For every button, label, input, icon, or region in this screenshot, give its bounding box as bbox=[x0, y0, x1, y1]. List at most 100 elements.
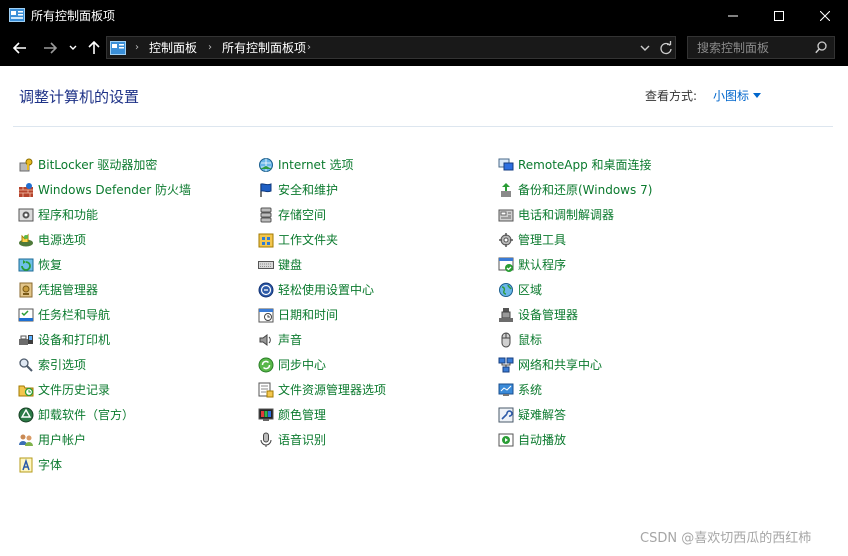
list-item-label[interactable]: 区域 bbox=[518, 282, 542, 298]
breadcrumb-separator-icon[interactable]: › bbox=[307, 40, 311, 56]
list-item-label[interactable]: 轻松使用设置中心 bbox=[278, 282, 374, 298]
mouse-icon[interactable] bbox=[498, 332, 514, 348]
power-icon[interactable] bbox=[18, 232, 34, 248]
firewall-icon[interactable] bbox=[18, 182, 34, 198]
list-item-label[interactable]: 默认程序 bbox=[518, 257, 566, 273]
list-item[interactable]: RemoteApp 和桌面连接 bbox=[498, 152, 652, 177]
minimize-button[interactable] bbox=[710, 0, 756, 32]
list-item-label[interactable]: 文件资源管理器选项 bbox=[278, 382, 386, 398]
search-box[interactable]: 搜索控制面板 bbox=[687, 36, 835, 59]
device-manager-icon[interactable] bbox=[498, 307, 514, 323]
phone-icon[interactable] bbox=[498, 207, 514, 223]
up-button[interactable] bbox=[85, 37, 103, 59]
list-item[interactable]: 卸载软件（官方） bbox=[18, 402, 191, 427]
users-icon[interactable] bbox=[18, 432, 34, 448]
list-item-label[interactable]: 键盘 bbox=[278, 257, 302, 273]
credential-icon[interactable] bbox=[18, 282, 34, 298]
list-item[interactable]: 声音 bbox=[258, 327, 386, 352]
uninstall-icon[interactable] bbox=[18, 407, 34, 423]
list-item-label[interactable]: Windows Defender 防火墙 bbox=[38, 182, 191, 198]
backup-icon[interactable] bbox=[498, 182, 514, 198]
flag-icon[interactable] bbox=[258, 182, 274, 198]
forward-button[interactable] bbox=[40, 37, 60, 59]
list-item-label[interactable]: 声音 bbox=[278, 332, 302, 348]
list-item-label[interactable]: 颜色管理 bbox=[278, 407, 326, 423]
list-item[interactable]: 文件资源管理器选项 bbox=[258, 377, 386, 402]
list-item-label[interactable]: 字体 bbox=[38, 457, 62, 473]
list-item-label[interactable]: 设备和打印机 bbox=[38, 332, 110, 348]
list-item-label[interactable]: RemoteApp 和桌面连接 bbox=[518, 157, 652, 173]
breadcrumb-separator-icon[interactable]: › bbox=[208, 40, 212, 56]
list-item[interactable]: Windows Defender 防火墙 bbox=[18, 177, 191, 202]
list-item[interactable]: 日期和时间 bbox=[258, 302, 386, 327]
list-item-label[interactable]: 程序和功能 bbox=[38, 207, 98, 223]
list-item-label[interactable]: 备份和还原(Windows 7) bbox=[518, 182, 652, 198]
troubleshoot-icon[interactable] bbox=[498, 407, 514, 423]
folder-options-icon[interactable] bbox=[258, 382, 274, 398]
list-item-label[interactable]: 恢复 bbox=[38, 257, 62, 273]
recovery-icon[interactable] bbox=[18, 257, 34, 273]
speaker-icon[interactable] bbox=[258, 332, 274, 348]
list-item-label[interactable]: BitLocker 驱动器加密 bbox=[38, 157, 157, 173]
remote-icon[interactable] bbox=[498, 157, 514, 173]
list-item-label[interactable]: 安全和维护 bbox=[278, 182, 338, 198]
list-item[interactable]: 电源选项 bbox=[18, 227, 191, 252]
dropdown-arrow-icon[interactable] bbox=[753, 93, 762, 98]
indexing-icon[interactable] bbox=[18, 357, 34, 373]
work-folder-icon[interactable] bbox=[258, 232, 274, 248]
list-item[interactable]: 网络和共享中心 bbox=[498, 352, 652, 377]
list-item[interactable]: 存储空间 bbox=[258, 202, 386, 227]
list-item-label[interactable]: 文件历史记录 bbox=[38, 382, 110, 398]
list-item[interactable]: 电话和调制解调器 bbox=[498, 202, 652, 227]
ease-of-access-icon[interactable] bbox=[258, 282, 274, 298]
list-item[interactable]: 管理工具 bbox=[498, 227, 652, 252]
keyboard-icon[interactable] bbox=[258, 257, 274, 273]
list-item[interactable]: 任务栏和导航 bbox=[18, 302, 191, 327]
list-item[interactable]: 用户帐户 bbox=[18, 427, 191, 452]
storage-icon[interactable] bbox=[258, 207, 274, 223]
internet-icon[interactable] bbox=[258, 157, 274, 173]
list-item[interactable]: BitLocker 驱动器加密 bbox=[18, 152, 191, 177]
microphone-icon[interactable] bbox=[258, 432, 274, 448]
fonts-icon[interactable] bbox=[18, 457, 34, 473]
printer-icon[interactable] bbox=[18, 332, 34, 348]
autoplay-icon[interactable] bbox=[498, 432, 514, 448]
calendar-icon[interactable] bbox=[258, 307, 274, 323]
system-icon[interactable] bbox=[498, 382, 514, 398]
list-item-label[interactable]: 凭据管理器 bbox=[38, 282, 98, 298]
breadcrumb-separator-icon[interactable]: › bbox=[135, 40, 139, 56]
list-item[interactable]: 自动播放 bbox=[498, 427, 652, 452]
list-item[interactable]: 备份和还原(Windows 7) bbox=[498, 177, 652, 202]
list-item[interactable]: 同步中心 bbox=[258, 352, 386, 377]
key-drive-icon[interactable] bbox=[18, 157, 34, 173]
list-item-label[interactable]: 日期和时间 bbox=[278, 307, 338, 323]
list-item-label[interactable]: 任务栏和导航 bbox=[38, 307, 110, 323]
search-input[interactable]: 搜索控制面板 bbox=[697, 40, 769, 56]
list-item[interactable]: Internet 选项 bbox=[258, 152, 386, 177]
recent-locations-button[interactable] bbox=[66, 37, 80, 59]
list-item-label[interactable]: Internet 选项 bbox=[278, 157, 353, 173]
list-item[interactable]: 凭据管理器 bbox=[18, 277, 191, 302]
list-item[interactable]: 系统 bbox=[498, 377, 652, 402]
taskbar-icon[interactable] bbox=[18, 307, 34, 323]
list-item[interactable]: 默认程序 bbox=[498, 252, 652, 277]
list-item[interactable]: 文件历史记录 bbox=[18, 377, 191, 402]
list-item-label[interactable]: 系统 bbox=[518, 382, 542, 398]
list-item-label[interactable]: 鼠标 bbox=[518, 332, 542, 348]
list-item[interactable]: 轻松使用设置中心 bbox=[258, 277, 386, 302]
list-item-label[interactable]: 语音识别 bbox=[278, 432, 326, 448]
list-item-label[interactable]: 电话和调制解调器 bbox=[518, 207, 614, 223]
back-button[interactable] bbox=[10, 37, 30, 59]
list-item[interactable]: 索引选项 bbox=[18, 352, 191, 377]
list-item-label[interactable]: 用户帐户 bbox=[38, 432, 86, 448]
list-item[interactable]: 区域 bbox=[498, 277, 652, 302]
close-button[interactable] bbox=[802, 0, 848, 32]
list-item[interactable]: 语音识别 bbox=[258, 427, 386, 452]
list-item[interactable]: 恢复 bbox=[18, 252, 191, 277]
list-item-label[interactable]: 自动播放 bbox=[518, 432, 566, 448]
list-item[interactable]: 程序和功能 bbox=[18, 202, 191, 227]
programs-icon[interactable] bbox=[18, 207, 34, 223]
breadcrumb-all-items[interactable]: 所有控制面板项 bbox=[222, 40, 306, 56]
list-item-label[interactable]: 存储空间 bbox=[278, 207, 326, 223]
list-item-label[interactable]: 同步中心 bbox=[278, 357, 326, 373]
